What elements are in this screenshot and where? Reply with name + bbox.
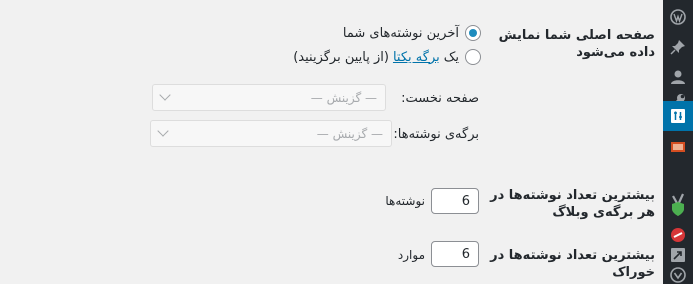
- radio-static-prefix: یک: [443, 49, 459, 65]
- admin-sidebar: [657, 0, 693, 284]
- radio-latest-posts-input[interactable]: [465, 25, 481, 41]
- radio-static-page[interactable]: یک برگه یکتا (از پایین برگزینید): [293, 49, 481, 65]
- pin-icon[interactable]: [663, 32, 693, 62]
- radio-static-page-input[interactable]: [465, 49, 481, 65]
- front-page-select[interactable]: — گزینش —: [152, 84, 386, 111]
- posts-page-select-value: — گزینش —: [316, 126, 383, 141]
- posts-per-rss-unit: موارد: [397, 248, 425, 262]
- chevron-down-icon: [159, 89, 171, 101]
- front-page-displays-label: صفحه اصلی شما نمایش داده می‌شود: [498, 28, 655, 60]
- posts-per-rss-label: بیشترین تعداد نوشته‌ها در خوراک: [490, 248, 655, 280]
- posts-page-select-label: برگه‌ی نوشته‌ها:: [393, 127, 479, 142]
- front-page-select-label: صفحه نخست:: [401, 91, 479, 106]
- radio-static-suffix: (از پایین برگزینید): [293, 49, 389, 65]
- gallery-icon[interactable]: [663, 132, 693, 162]
- posts-page-select[interactable]: — گزینش —: [150, 120, 392, 147]
- settings-icon[interactable]: [657, 101, 693, 131]
- radio-latest-posts[interactable]: آخرین نوشته‌های شما: [343, 25, 481, 41]
- wordpress-icon[interactable]: [663, 2, 693, 32]
- collapse-icon[interactable]: [663, 260, 693, 284]
- front-page-select-value: — گزینش —: [310, 90, 377, 105]
- posts-per-page-input[interactable]: [431, 188, 479, 214]
- static-page-link[interactable]: برگه یکتا: [393, 50, 440, 65]
- posts-per-page-label: بیشترین تعداد نوشته‌ها در هر برگه‌ی وبلا…: [490, 188, 655, 220]
- posts-per-rss-input[interactable]: [431, 241, 479, 267]
- radio-latest-posts-label: آخرین نوشته‌های شما: [342, 25, 459, 41]
- chevron-down-icon: [157, 125, 169, 137]
- posts-per-page-unit: نوشته‌ها: [385, 194, 425, 208]
